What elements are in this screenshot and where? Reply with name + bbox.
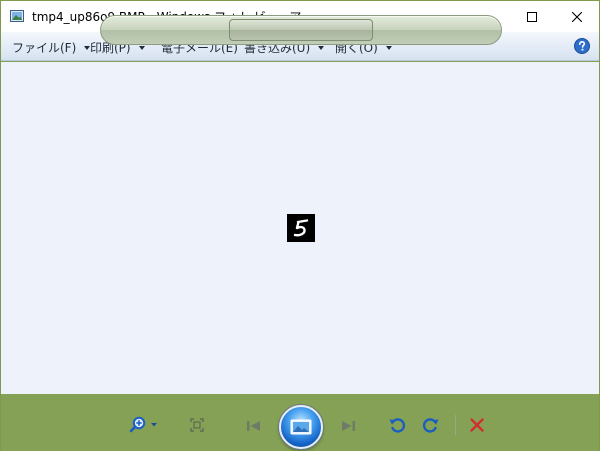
zoom-button[interactable]: [127, 415, 161, 435]
slideshow-icon: [290, 419, 312, 435]
rotate-left-button[interactable]: [386, 414, 408, 436]
maximize-icon: [527, 11, 537, 22]
maximize-button[interactable]: [509, 1, 555, 32]
menu-file[interactable]: ファイル(F): [12, 39, 91, 56]
displayed-image: [287, 214, 315, 242]
photo-viewer-app-icon[interactable]: [9, 8, 25, 24]
slideshow-button[interactable]: [279, 405, 323, 449]
delete-icon: [470, 418, 484, 432]
rotate-left-icon: [389, 418, 406, 433]
rotate-right-icon: [422, 418, 439, 433]
close-icon: [572, 11, 582, 22]
actual-size-button[interactable]: [186, 415, 208, 435]
photo-viewer-window: tmp4_up86o9.BMP - Windows フォト ビューアー ファイル…: [0, 0, 600, 451]
menu-file-label: ファイル(F): [12, 41, 77, 55]
actual-size-icon: [190, 418, 204, 432]
rotate-right-button[interactable]: [420, 414, 442, 436]
toolbar-divider: [455, 415, 456, 435]
close-button[interactable]: [554, 1, 600, 32]
handwritten-digit-image: [293, 219, 309, 237]
chevron-down-icon: [385, 45, 392, 50]
next-button[interactable]: [333, 417, 363, 435]
delete-button[interactable]: [466, 414, 488, 436]
zoom-icon: [129, 416, 157, 433]
help-icon[interactable]: [574, 38, 590, 54]
navigation-group: [229, 19, 373, 41]
next-icon: [342, 421, 355, 431]
previous-icon: [247, 421, 260, 431]
chevron-down-icon: [138, 45, 145, 50]
chevron-down-icon: [318, 45, 325, 50]
previous-button[interactable]: [239, 417, 269, 435]
image-viewing-area[interactable]: [1, 62, 599, 394]
